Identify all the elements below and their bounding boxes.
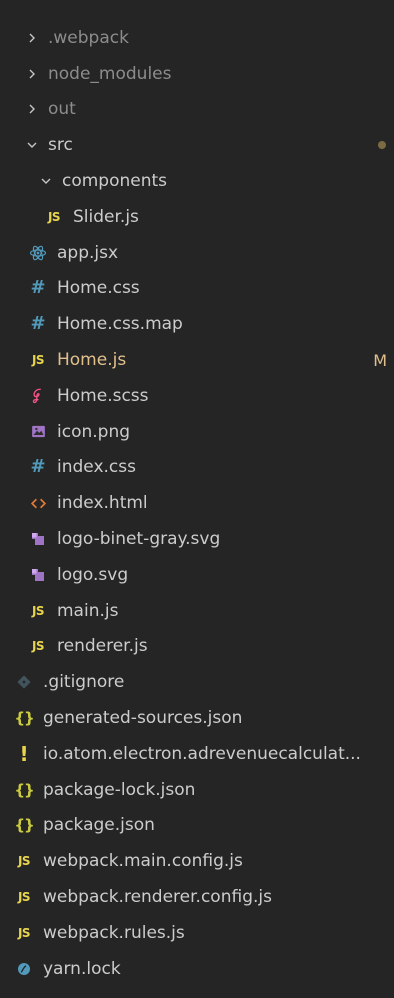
exclamation-icon: ! <box>19 741 29 766</box>
chevron-down-icon <box>38 175 54 187</box>
chevron-right-icon <box>24 32 40 44</box>
tree-file-yarn-lock[interactable]: yarn.lock <box>0 951 394 987</box>
file-explorer-tree: .webpack node_modules out src components… <box>0 0 394 998</box>
modified-dot-indicator <box>378 141 386 150</box>
tree-item-label: Home.js <box>57 350 127 371</box>
css-icon: # <box>30 456 46 478</box>
tree-item-label: app.jsx <box>57 242 119 263</box>
tree-item-label: yarn.lock <box>43 958 121 979</box>
tree-file-app-jsx[interactable]: app.jsx <box>0 235 394 271</box>
tree-item-label: node_modules <box>48 63 172 84</box>
tree-item-label: main.js <box>57 600 119 621</box>
tree-file-package-json[interactable]: {} package.json <box>0 808 394 844</box>
tree-item-label: src <box>48 135 73 156</box>
tree-item-label: logo-binet-gray.svg <box>57 529 221 550</box>
tree-item-label: index.html <box>57 493 148 514</box>
json-icon: {} <box>14 816 34 835</box>
html-icon <box>28 495 48 512</box>
yarn-icon <box>14 961 34 977</box>
tree-item-label: .webpack <box>48 27 129 48</box>
tree-item-label: package.json <box>43 815 155 836</box>
tree-file-slider-js[interactable]: JS Slider.js <box>0 199 394 235</box>
tree-item-label: Home.css <box>57 278 140 299</box>
git-icon <box>14 674 34 690</box>
tree-file-home-js[interactable]: JS Home.js M <box>0 342 394 378</box>
tree-file-main-js[interactable]: JS main.js <box>0 593 394 629</box>
tree-file-package-lock-json[interactable]: {} package-lock.json <box>0 772 394 808</box>
tree-item-label: index.css <box>57 457 136 478</box>
react-icon <box>28 244 48 262</box>
tree-item-label: package-lock.json <box>43 779 196 800</box>
chevron-right-icon <box>24 103 40 115</box>
tree-item-label: .gitignore <box>43 672 125 693</box>
tree-file-home-scss[interactable]: Home.scss <box>0 378 394 414</box>
js-icon: JS <box>17 854 31 869</box>
js-icon: JS <box>31 603 45 618</box>
image-icon <box>28 423 48 440</box>
tree-file-webpack-main-config-js[interactable]: JS webpack.main.config.js <box>0 843 394 879</box>
tree-file-io-atom-electron[interactable]: ! io.atom.electron.adrevenuecalculat... <box>0 736 394 772</box>
css-icon: # <box>30 313 46 335</box>
tree-item-label: Slider.js <box>73 206 139 227</box>
tree-file-index-html[interactable]: index.html <box>0 485 394 521</box>
tree-item-label: Home.css.map <box>57 314 183 335</box>
git-modified-badge: M <box>373 350 387 370</box>
chevron-right-icon <box>24 68 40 80</box>
chevron-down-icon <box>24 139 40 151</box>
sass-icon <box>28 387 48 405</box>
tree-item-label: Home.scss <box>57 385 149 406</box>
tree-file-icon-png[interactable]: icon.png <box>0 414 394 450</box>
tree-file-logo-svg[interactable]: logo.svg <box>0 557 394 593</box>
js-icon: JS <box>31 639 45 654</box>
tree-file-home-css[interactable]: # Home.css <box>0 271 394 307</box>
js-icon: JS <box>17 890 31 905</box>
js-icon: JS <box>47 209 61 224</box>
tree-file-generated-sources-json[interactable]: {} generated-sources.json <box>0 700 394 736</box>
css-icon: # <box>30 277 46 299</box>
js-icon: JS <box>31 353 45 368</box>
tree-folder-node-modules[interactable]: node_modules <box>0 56 394 92</box>
tree-item-label: logo.svg <box>57 564 129 585</box>
svg-icon <box>28 530 48 548</box>
tree-item-label: webpack.main.config.js <box>43 851 243 872</box>
tree-item-label: icon.png <box>57 421 131 442</box>
json-icon: {} <box>14 780 34 799</box>
tree-file-index-css[interactable]: # index.css <box>0 450 394 486</box>
json-icon: {} <box>14 709 34 728</box>
tree-item-label: components <box>62 171 168 192</box>
tree-item-label: generated-sources.json <box>43 708 243 729</box>
tree-file-webpack-rules-js[interactable]: JS webpack.rules.js <box>0 915 394 951</box>
tree-folder-src[interactable]: src <box>0 127 394 163</box>
js-icon: JS <box>17 925 31 940</box>
tree-file-renderer-js[interactable]: JS renderer.js <box>0 629 394 665</box>
tree-item-label: webpack.rules.js <box>43 922 185 943</box>
tree-item-label: out <box>48 99 76 120</box>
tree-folder-components[interactable]: components <box>0 163 394 199</box>
tree-file-home-css-map[interactable]: # Home.css.map <box>0 306 394 342</box>
tree-file-webpack-renderer-config-js[interactable]: JS webpack.renderer.config.js <box>0 879 394 915</box>
tree-file-logo-binet-gray-svg[interactable]: logo-binet-gray.svg <box>0 521 394 557</box>
tree-item-label: webpack.renderer.config.js <box>43 887 272 908</box>
svg-icon <box>28 566 48 584</box>
tree-file-gitignore[interactable]: .gitignore <box>0 664 394 700</box>
tree-item-label: io.atom.electron.adrevenuecalculat... <box>43 743 361 764</box>
tree-item-label: renderer.js <box>57 636 148 657</box>
tree-folder-webpack[interactable]: .webpack <box>0 20 394 56</box>
tree-folder-out[interactable]: out <box>0 92 394 128</box>
